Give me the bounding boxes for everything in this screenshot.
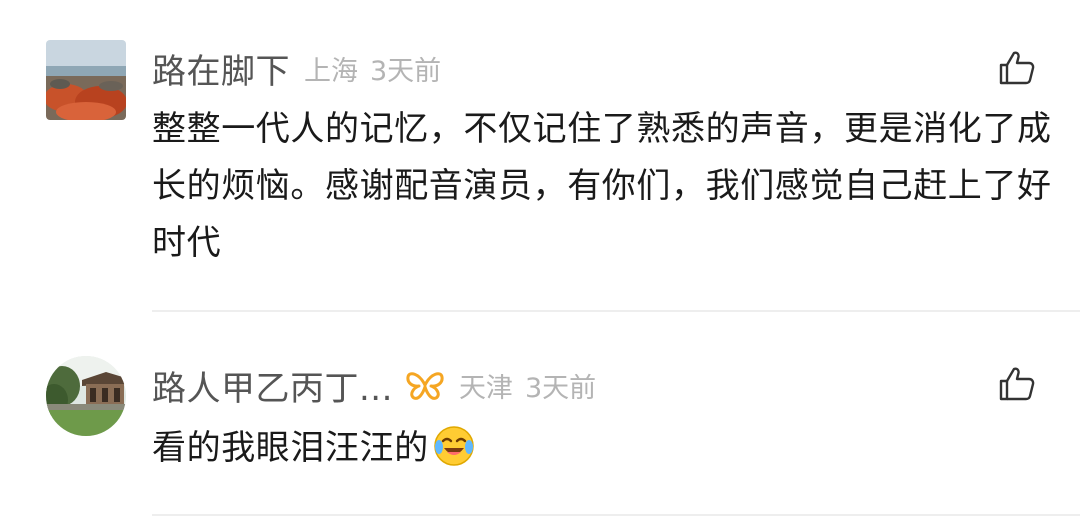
comment-text-row: 看的我眼泪汪汪的: [152, 420, 1052, 477]
comment-meta: 路人甲乙丙丁... 天津 3天前: [152, 360, 596, 410]
vip-butterfly-icon: [405, 369, 445, 401]
username[interactable]: 路人甲乙丙丁...: [152, 361, 393, 410]
username[interactable]: 路在脚下: [152, 44, 290, 93]
landscape-photo-avatar: [46, 40, 126, 120]
avatar[interactable]: [46, 40, 126, 120]
divider: [152, 514, 1080, 516]
timestamp: 3天前: [370, 55, 442, 87]
location-label: 上海: [304, 55, 358, 87]
comment-text: 整整一代人的记忆，不仅记住了熟悉的声音，更是消化了成长的烦恼。感谢配音演员，有你…: [152, 109, 1052, 263]
thumbs-up-icon: [999, 367, 1035, 401]
comment-meta: 路在脚下 上海 3天前: [152, 43, 441, 93]
pavilion-photo-avatar: [46, 356, 126, 436]
like-button[interactable]: [998, 49, 1036, 87]
comment-text: 看的我眼泪汪汪的: [152, 428, 429, 468]
location-label: 天津: [458, 372, 513, 404]
divider: [152, 310, 1080, 312]
like-button[interactable]: [998, 365, 1036, 403]
comment-list: 路在脚下 上海 3天前 整整一代人的记忆，不仅记住了熟悉的声音，更是消化了成长的…: [0, 0, 1080, 520]
thumbs-up-icon: [999, 51, 1035, 85]
timestamp: 3天前: [524, 372, 597, 404]
avatar[interactable]: [46, 356, 126, 436]
crying-laughing-emoji: [433, 425, 475, 467]
